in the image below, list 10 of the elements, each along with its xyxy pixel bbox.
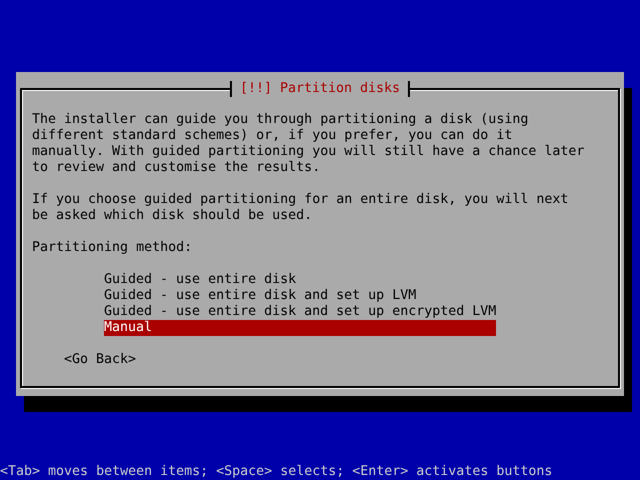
prompt-label: Partitioning method: — [32, 240, 194, 256]
method-option[interactable]: Guided - use entire disk and set up LVM — [104, 288, 496, 304]
method-option[interactable]: Manual — [104, 320, 496, 336]
description-paragraph: The installer can guide you through partitioning a disk (using different standard schemes) or, if you prefer, you can do it manually. With guided partitioning you will still have a chance later to review and customise the results. — [32, 112, 586, 176]
method-option[interactable]: Guided - use entire disk — [104, 272, 496, 288]
go-back-button[interactable]: <Go Back> — [64, 352, 136, 368]
dialog-title: [!!] Partition disks — [230, 81, 410, 97]
method-option[interactable]: Guided - use entire disk and set up encrypted LVM — [104, 304, 496, 320]
description-paragraph: If you choose guided partitioning for an entire disk, you will next be asked which disk should be used. — [32, 192, 570, 224]
status-bar-hint: <Tab> moves between items; <Space> selects; <Enter> activates buttons — [0, 464, 552, 480]
